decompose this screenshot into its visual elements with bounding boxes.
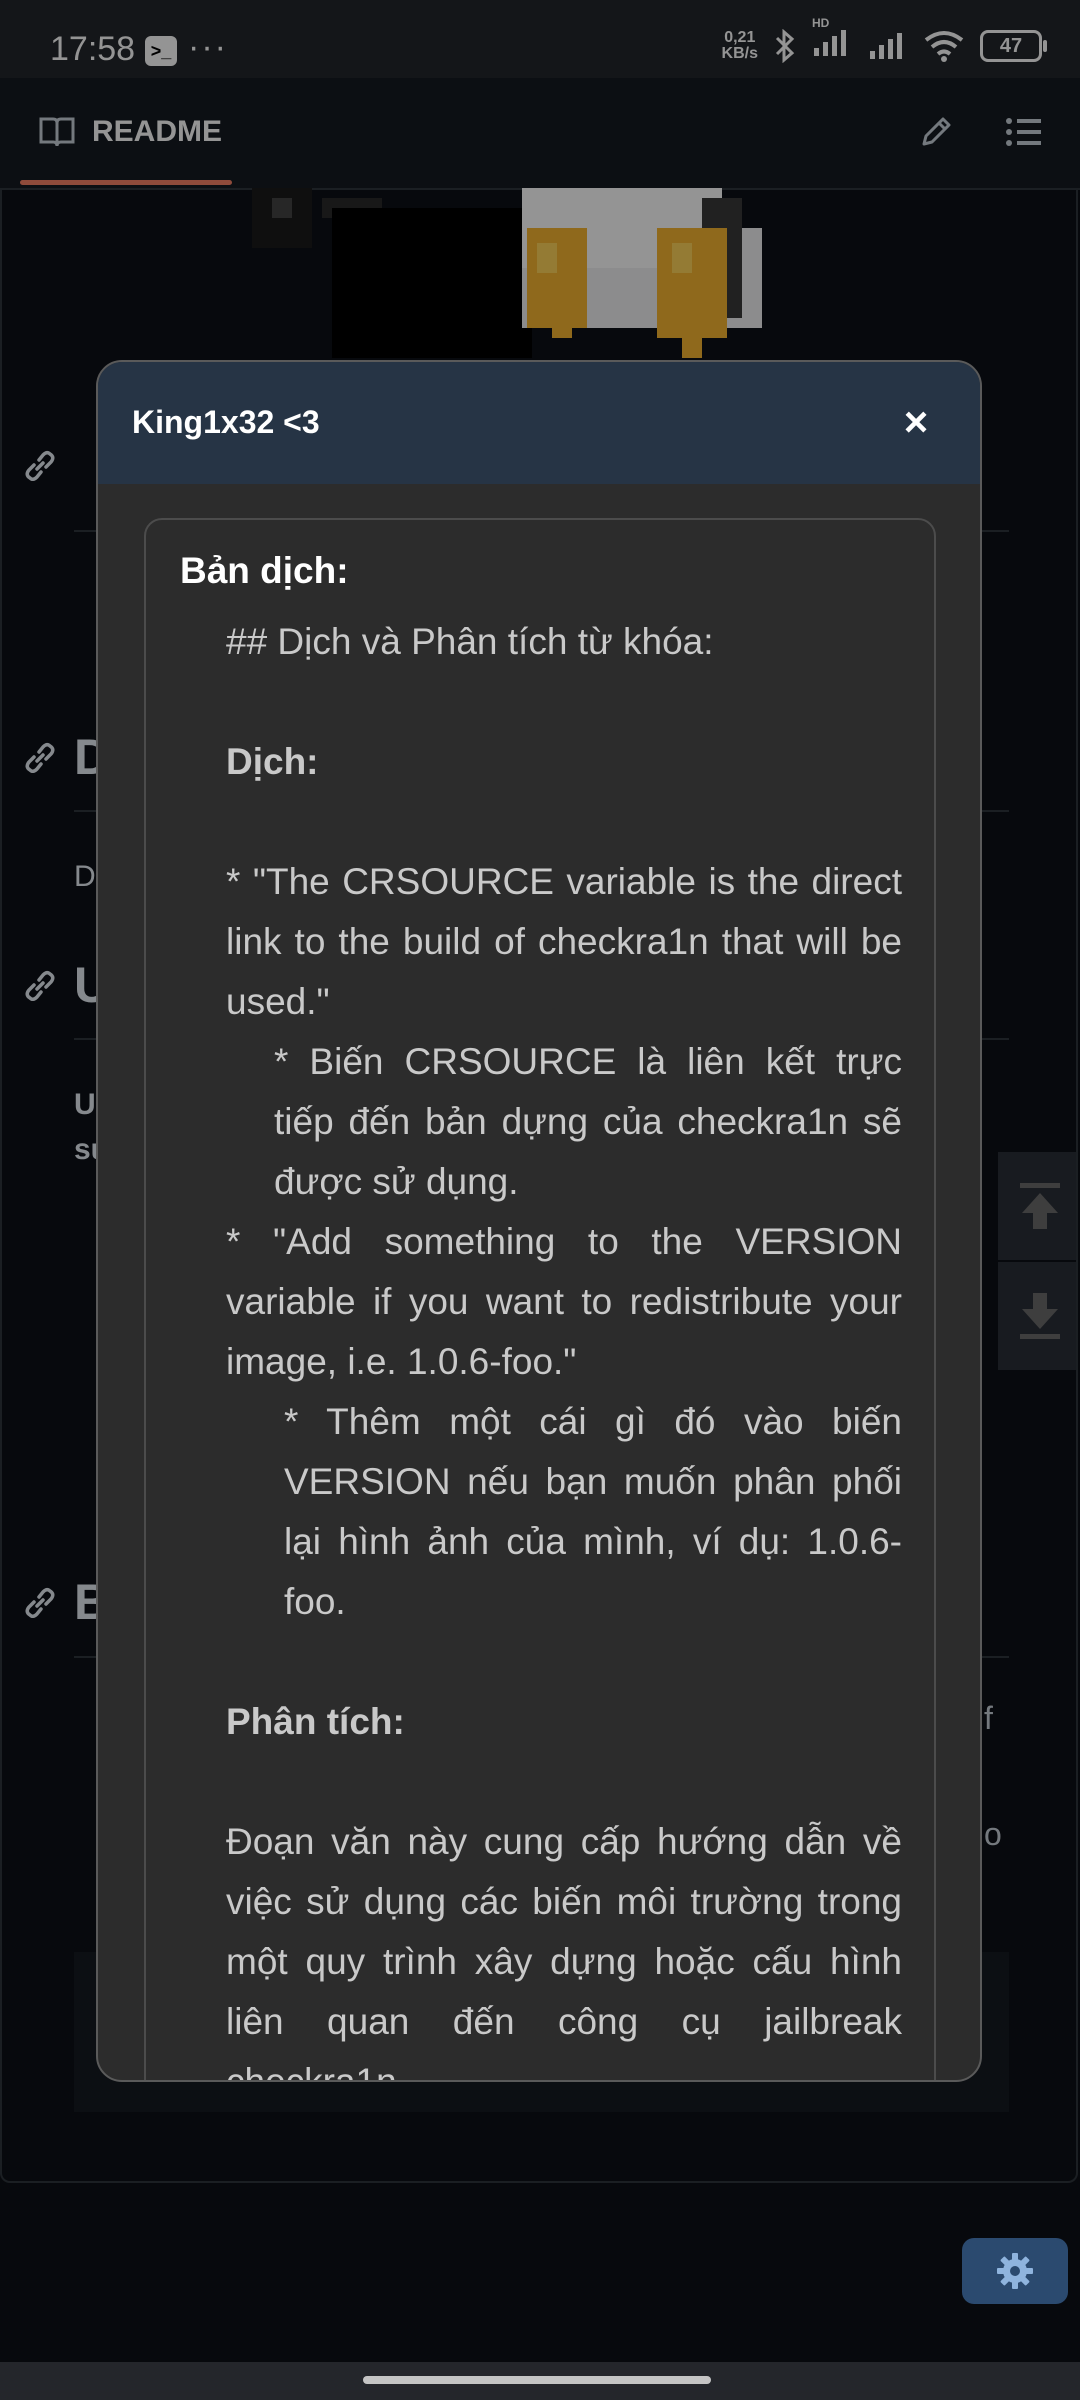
- dialog-header: King1x32 <3 ×: [98, 362, 980, 484]
- settings-button[interactable]: [962, 2238, 1068, 2304]
- translation-line: * Biến CRSOURCE là liên kết trực tiếp đế…: [274, 1041, 902, 1202]
- dialog-title: King1x32 <3: [132, 404, 320, 440]
- translation-line: Phân tích:: [226, 1701, 405, 1742]
- gear-icon: [997, 2253, 1033, 2289]
- translation-line: Đoạn văn này cung cấp hướng dẫn về việc …: [226, 1821, 902, 2082]
- translation-line: ## Dịch và Phân tích từ khóa:: [226, 621, 714, 662]
- translation-panel: Bản dịch: ## Dịch và Phân tích từ khóa: D…: [144, 518, 936, 2082]
- translation-heading: Bản dịch:: [180, 550, 349, 591]
- translation-line: [226, 792, 902, 852]
- translation-text: ## Dịch và Phân tích từ khóa: Dịch: * "The…: [226, 612, 902, 2082]
- translation-dialog: King1x32 <3 × Bản dịch: ## Dịch và Phân …: [96, 360, 982, 2082]
- close-button[interactable]: ×: [892, 398, 940, 446]
- system-nav-bar: [0, 2362, 1080, 2400]
- translation-line: * "Add something to the VERSION variable…: [226, 1221, 902, 1382]
- translation-line: [226, 1632, 902, 1692]
- translation-line: * Thêm một cái gì đó vào biến VERSION nế…: [284, 1401, 902, 1622]
- translation-line: Dịch:: [226, 741, 319, 782]
- translation-line: [226, 1752, 902, 1812]
- translation-line: * "The CRSOURCE variable is the direct l…: [226, 861, 902, 1022]
- translation-line: [226, 672, 902, 732]
- home-gesture-handle[interactable]: [363, 2376, 711, 2384]
